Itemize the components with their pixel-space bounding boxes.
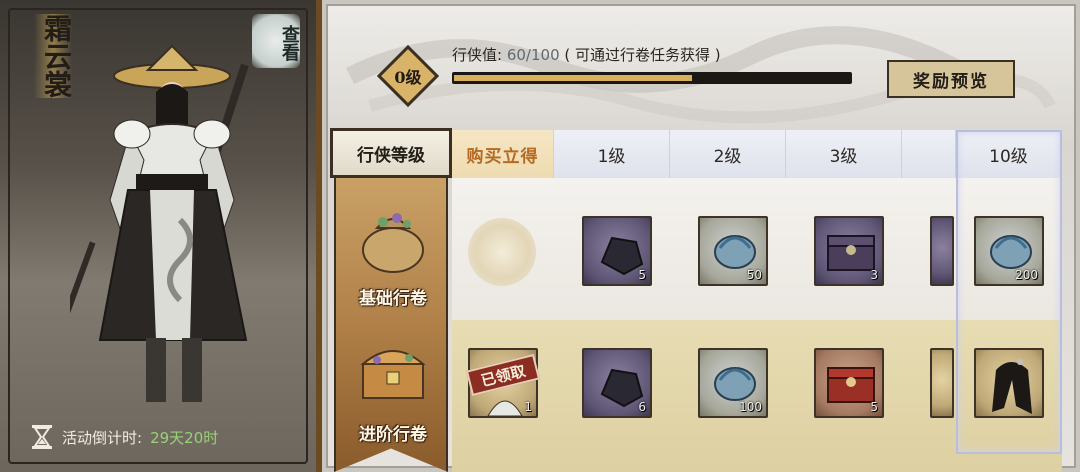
countdown-label: 活动倒计时: [62, 428, 143, 447]
column-header-partial [902, 130, 956, 178]
money-bag-icon [362, 213, 424, 273]
column-header-level-2: 2级 [670, 130, 786, 178]
xp-hint: ( 可通过行卷任务获得 ) [564, 46, 721, 64]
reward-slot[interactable]: 5 [814, 348, 884, 418]
level-label: 0级 [394, 68, 422, 87]
column-header-buy: 购买立得 [452, 130, 554, 178]
reward-slot-partial[interactable] [930, 216, 954, 286]
reward-slot[interactable]: 3 [814, 216, 884, 286]
tier-advanced[interactable]: 进阶行卷 [336, 328, 448, 445]
tier-banner: 行侠等级 基础行卷 进阶行卷 [330, 128, 452, 472]
event-countdown: 活动倒计时: 29天20时 [30, 424, 218, 450]
locked-reward-orb [468, 218, 536, 286]
reward-count: 50 [746, 268, 762, 282]
reward-preview-button[interactable]: 奖励预览 [887, 60, 1015, 98]
reward-slot[interactable]: 50 [698, 216, 768, 286]
reward-count: 5 [638, 268, 646, 282]
tier-header: 行侠等级 [330, 128, 452, 178]
reward-slot[interactable]: 5 [582, 216, 652, 286]
character-illustration [70, 44, 249, 402]
reward-count: 5 [870, 400, 878, 414]
character-name: 霜云裳 [34, 14, 73, 98]
tier-basic-label: 基础行卷 [359, 289, 427, 309]
hourglass-icon [32, 425, 52, 449]
tier-banner-body: 基础行卷 进阶行卷 [334, 178, 448, 472]
character-panel: 霜云裳 查看 活动倒计时: 29天20时 [0, 0, 322, 472]
reward-slot[interactable]: 100 [698, 348, 768, 418]
xp-progress-fill [454, 75, 692, 81]
reward-count: 100 [739, 400, 762, 414]
reward-slot[interactable]: 6 [582, 348, 652, 418]
countdown-value: 29天20时 [150, 428, 219, 447]
column-header-level-3: 3级 [786, 130, 902, 178]
highlight-column-level-10 [956, 130, 1062, 454]
view-button[interactable]: 查看 [252, 14, 300, 68]
reward-count: 6 [638, 400, 646, 414]
column-header-level-1: 1级 [554, 130, 670, 178]
treasure-chest-icon [360, 350, 426, 399]
xp-value: 60/100 [506, 46, 560, 64]
tier-advanced-label: 进阶行卷 [359, 425, 427, 445]
reward-count: 1 [524, 400, 532, 414]
reward-count: 3 [870, 268, 878, 282]
level-badge: 0级 [376, 44, 440, 108]
tier-basic[interactable]: 基础行卷 [336, 192, 448, 309]
xp-label-row: 行侠值: 60/100 ( 可通过行卷任务获得 ) [452, 44, 721, 65]
xp-progress-bar [452, 72, 852, 84]
reward-slot-partial[interactable] [930, 348, 954, 418]
xp-label: 行侠值: [452, 46, 503, 64]
